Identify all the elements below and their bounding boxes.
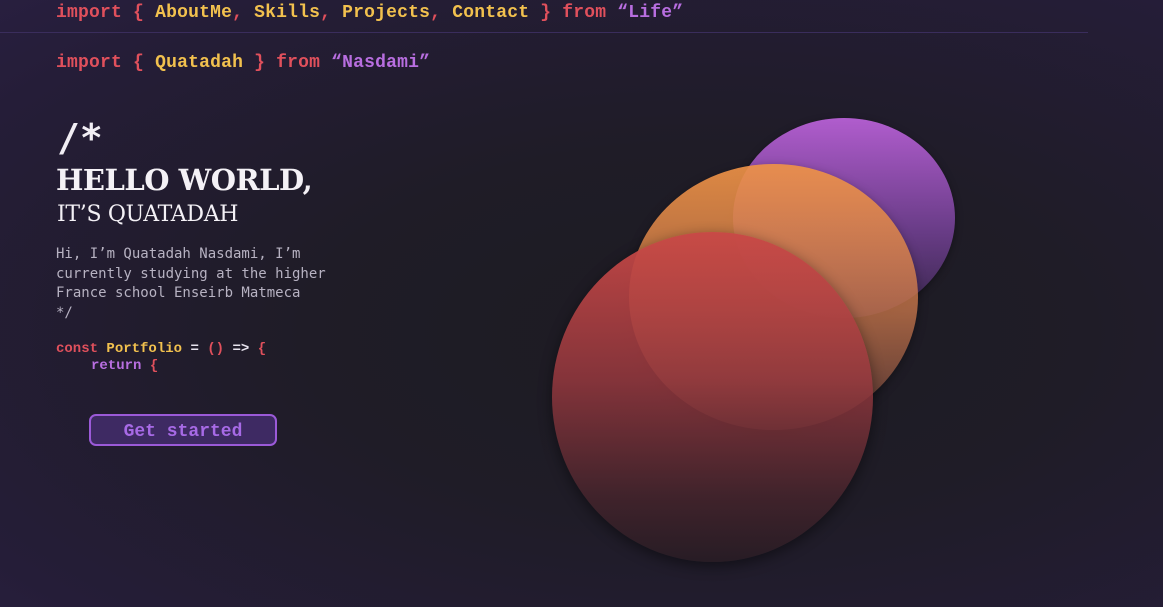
first-name: Quatadah — [155, 53, 244, 73]
comment-close: */ — [56, 304, 73, 321]
arrow-operator: => — [232, 341, 250, 357]
last-name-string: “Nasdami” — [331, 53, 431, 73]
get-started-button[interactable]: Get started — [89, 414, 277, 446]
component-name: Portfolio — [106, 341, 183, 357]
hero-intro: IT’S QUATADAH — [57, 202, 239, 227]
red-orb — [552, 232, 873, 562]
nav-brace-close: } — [540, 3, 552, 23]
brace-close: } — [254, 53, 266, 73]
return-statement: return { — [91, 358, 158, 374]
nav-import-keyword: import — [56, 3, 123, 23]
parens: () — [207, 341, 225, 357]
comment-open: /* — [57, 116, 103, 160]
import-keyword: import — [56, 53, 123, 73]
nav-source-string: “Life” — [617, 3, 684, 23]
nav-comma: , — [430, 3, 442, 23]
open-brace: { — [257, 341, 267, 357]
name-import-statement: import { Quatadah } from “Nasdami” — [56, 53, 430, 73]
nav-link-contact[interactable]: Contact — [452, 3, 529, 23]
equals-operator: = — [190, 341, 199, 357]
bio-line: Hi, I’m Quatadah Nasdami, I’m — [56, 246, 301, 262]
nav-link-aboutme[interactable]: AboutMe — [155, 3, 232, 23]
nav-brace-open: { — [133, 3, 145, 23]
nav-comma: , — [320, 3, 332, 23]
from-keyword: from — [276, 53, 321, 73]
nav-comma: , — [232, 3, 244, 23]
const-keyword: const — [56, 341, 99, 357]
nav-import-statement: import { AboutMe, Skills, Projects, Cont… — [56, 3, 683, 23]
nav-link-projects[interactable]: Projects — [342, 3, 430, 23]
brace-open: { — [133, 53, 145, 73]
return-keyword: return — [91, 358, 142, 374]
hero-bio: Hi, I’m Quatadah Nasdami, I’m currently s… — [56, 245, 376, 323]
nav-link-skills[interactable]: Skills — [254, 3, 320, 23]
const-declaration: const Portfolio = () => { — [56, 341, 266, 357]
nav-from-keyword: from — [562, 3, 607, 23]
bio-line: France school Enseirb Matmeca — [56, 285, 301, 301]
hero-greeting: HELLO WORLD, — [56, 163, 313, 197]
bio-line: currently studying at the higher — [56, 265, 326, 282]
return-brace: { — [149, 358, 159, 374]
top-nav: import { AboutMe, Skills, Projects, Cont… — [0, 0, 1088, 33]
